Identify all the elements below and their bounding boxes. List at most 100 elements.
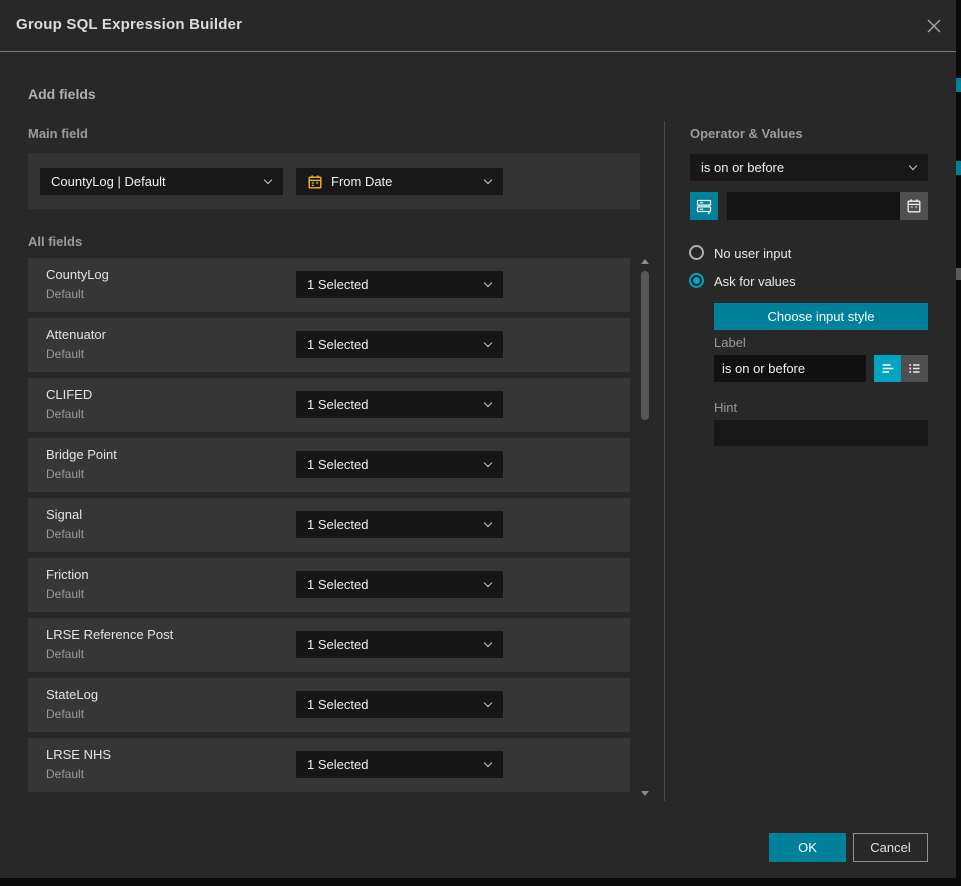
chevron-down-icon bbox=[484, 175, 492, 183]
scrollbar-up-arrow[interactable] bbox=[641, 259, 649, 264]
field-selection-dropdown[interactable]: 1 Selected bbox=[296, 451, 503, 478]
field-type: Default bbox=[46, 767, 84, 781]
calendar-icon bbox=[906, 198, 922, 214]
operator-values-heading: Operator & Values bbox=[690, 126, 803, 141]
field-name: Friction bbox=[46, 567, 89, 582]
field-name: LRSE NHS bbox=[46, 747, 111, 762]
chevron-down-icon bbox=[484, 278, 492, 286]
label-field-label: Label bbox=[714, 335, 746, 350]
background-right-edge bbox=[956, 0, 961, 886]
field-row: Attenuator Default 1 Selected bbox=[28, 318, 630, 372]
all-fields-list: CountyLog Default 1 Selected Attenuator … bbox=[28, 258, 630, 798]
field-row: CLIFED Default 1 Selected bbox=[28, 378, 630, 432]
radio-no-user-input-label: No user input bbox=[714, 246, 791, 261]
field-selection-dropdown[interactable]: 1 Selected bbox=[296, 391, 503, 418]
chevron-down-icon bbox=[484, 758, 492, 766]
calendar-icon bbox=[307, 174, 323, 190]
date-picker-button[interactable] bbox=[900, 192, 928, 220]
align-left-icon bbox=[879, 360, 896, 377]
field-selection-dropdown[interactable]: 1 Selected bbox=[296, 631, 503, 658]
field-selection-value: 1 Selected bbox=[307, 637, 368, 652]
radio-ask-for-values-label: Ask for values bbox=[714, 274, 796, 289]
edge-accent-mark bbox=[956, 78, 961, 92]
field-name: Attenuator bbox=[46, 327, 106, 342]
close-icon bbox=[925, 17, 943, 35]
radio-no-user-input[interactable] bbox=[689, 245, 704, 260]
hint-field-label: Hint bbox=[714, 400, 737, 415]
field-row: Signal Default 1 Selected bbox=[28, 498, 630, 552]
field-selection-dropdown[interactable]: 1 Selected bbox=[296, 511, 503, 538]
set-values-from-list-button[interactable] bbox=[690, 192, 718, 220]
edge-gray-mark bbox=[956, 268, 961, 280]
ok-button[interactable]: OK bbox=[769, 833, 846, 862]
all-fields-label: All fields bbox=[28, 234, 82, 249]
main-field-label: Main field bbox=[28, 126, 88, 141]
field-selection-value: 1 Selected bbox=[307, 757, 368, 772]
close-button[interactable] bbox=[923, 15, 945, 37]
choose-input-style-button[interactable]: Choose input style bbox=[714, 303, 928, 330]
field-selection-value: 1 Selected bbox=[307, 337, 368, 352]
field-name: Bridge Point bbox=[46, 447, 117, 462]
chevron-down-icon bbox=[909, 161, 917, 169]
field-name: CLIFED bbox=[46, 387, 92, 402]
cancel-button[interactable]: Cancel bbox=[853, 833, 928, 862]
field-name: CountyLog bbox=[46, 267, 109, 282]
field-row: LRSE NHS Default 1 Selected bbox=[28, 738, 630, 792]
scrollbar-thumb[interactable] bbox=[641, 271, 649, 420]
field-selection-dropdown[interactable]: 1 Selected bbox=[296, 751, 503, 778]
edge-accent-mark bbox=[956, 161, 961, 175]
values-stack-icon bbox=[695, 197, 713, 215]
operator-dropdown-value: is on or before bbox=[701, 160, 784, 175]
field-selection-dropdown[interactable]: 1 Selected bbox=[296, 571, 503, 598]
field-type: Default bbox=[46, 347, 84, 361]
field-row: StateLog Default 1 Selected bbox=[28, 678, 630, 732]
field-selection-value: 1 Selected bbox=[307, 577, 368, 592]
chevron-down-icon bbox=[484, 398, 492, 406]
main-field-container: CountyLog | Default From Date bbox=[28, 153, 640, 209]
field-row: Friction Default 1 Selected bbox=[28, 558, 630, 612]
input-style-single-line-button[interactable] bbox=[874, 355, 901, 382]
field-selection-value: 1 Selected bbox=[307, 397, 368, 412]
chevron-down-icon bbox=[484, 638, 492, 646]
field-selection-dropdown[interactable]: 1 Selected bbox=[296, 271, 503, 298]
background-bottom-edge bbox=[0, 878, 961, 886]
field-row: CountyLog Default 1 Selected bbox=[28, 258, 630, 312]
operator-dropdown[interactable]: is on or before bbox=[690, 154, 928, 181]
chevron-down-icon bbox=[484, 698, 492, 706]
chevron-down-icon bbox=[484, 518, 492, 526]
field-type: Default bbox=[46, 467, 84, 481]
group-sql-expression-builder-dialog: Group SQL Expression Builder Add fields … bbox=[0, 0, 956, 878]
field-selection-value: 1 Selected bbox=[307, 277, 368, 292]
field-row: LRSE Reference Post Default 1 Selected bbox=[28, 618, 630, 672]
dialog-titlebar: Group SQL Expression Builder bbox=[0, 0, 956, 52]
field-selection-value: 1 Selected bbox=[307, 457, 368, 472]
field-type: Default bbox=[46, 647, 84, 661]
chevron-down-icon bbox=[484, 578, 492, 586]
hint-input[interactable] bbox=[714, 420, 928, 446]
main-layer-dropdown-value: CountyLog | Default bbox=[51, 174, 166, 189]
dialog-title: Group SQL Expression Builder bbox=[16, 16, 242, 33]
panel-divider bbox=[664, 121, 665, 801]
input-style-list-button[interactable] bbox=[901, 355, 928, 382]
main-field-dropdown[interactable]: From Date bbox=[296, 168, 503, 195]
field-type: Default bbox=[46, 527, 84, 541]
add-fields-heading: Add fields bbox=[28, 86, 96, 102]
field-name: LRSE Reference Post bbox=[46, 627, 173, 642]
label-input[interactable] bbox=[714, 355, 866, 382]
chevron-down-icon bbox=[484, 338, 492, 346]
main-field-dropdown-value: From Date bbox=[331, 174, 392, 189]
field-type: Default bbox=[46, 587, 84, 601]
field-selection-value: 1 Selected bbox=[307, 697, 368, 712]
field-selection-dropdown[interactable]: 1 Selected bbox=[296, 331, 503, 358]
scrollbar-down-arrow[interactable] bbox=[641, 791, 649, 796]
date-value-input[interactable] bbox=[727, 192, 900, 220]
field-type: Default bbox=[46, 407, 84, 421]
field-selection-value: 1 Selected bbox=[307, 517, 368, 532]
field-type: Default bbox=[46, 287, 84, 301]
chevron-down-icon bbox=[484, 458, 492, 466]
chevron-down-icon bbox=[264, 175, 272, 183]
field-selection-dropdown[interactable]: 1 Selected bbox=[296, 691, 503, 718]
field-name: StateLog bbox=[46, 687, 98, 702]
radio-ask-for-values[interactable] bbox=[689, 273, 704, 288]
main-layer-dropdown[interactable]: CountyLog | Default bbox=[40, 168, 283, 195]
